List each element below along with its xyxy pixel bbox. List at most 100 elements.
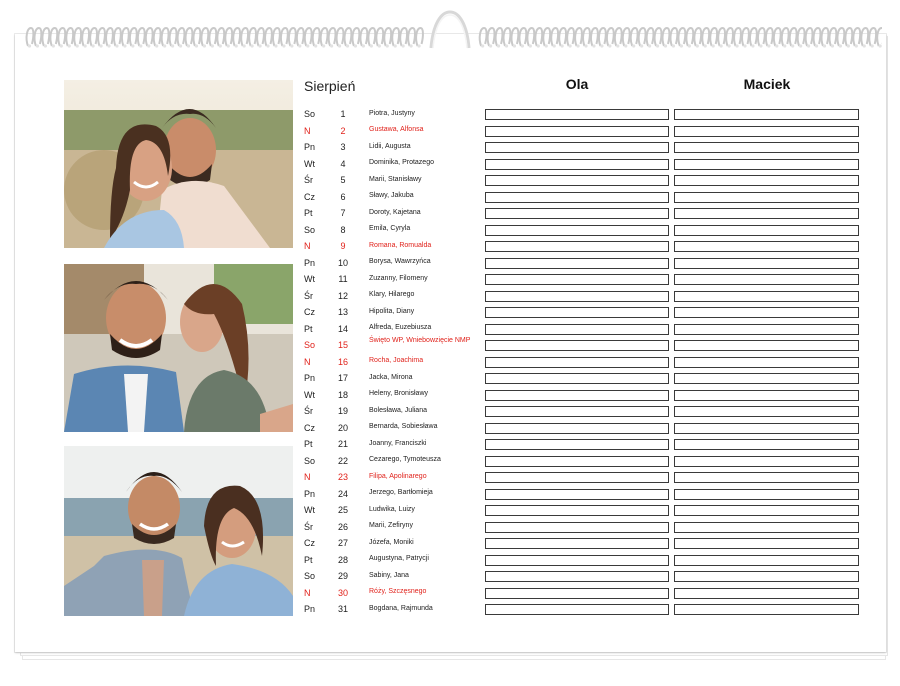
day-number: 18 [337, 389, 348, 400]
name-day-label: Joanny, Franciszki [369, 439, 427, 447]
day-row: Pt 7 Doroty, Kajetana [300, 205, 870, 222]
spiral-coil [81, 26, 91, 48]
weekday-label: Pt [304, 208, 313, 218]
entry-box-ola [485, 356, 669, 368]
spiral-coil [57, 26, 67, 48]
spiral-coil [73, 26, 83, 48]
spiral-coil [693, 26, 703, 48]
spiral-coil [120, 26, 130, 48]
day-row: Wt 18 Heleny, Bronisławy [300, 387, 870, 404]
weekday-label: Pn [304, 373, 316, 383]
day-row: Wt 25 Ludwika, Luizy [300, 502, 870, 519]
entry-box-maciek [674, 587, 859, 599]
spiral-coil [709, 26, 719, 48]
name-day-label: Filipa, Apolinarego [369, 472, 427, 480]
name-day-label: Gustawa, Alfonsa [369, 126, 424, 133]
entry-box-ola [485, 455, 669, 467]
entry-box-maciek [674, 422, 859, 434]
entry-box-ola [485, 290, 669, 302]
spiral-coil [621, 26, 631, 48]
name-day-label: Sabiny, Jana [369, 571, 409, 579]
name-day-label: Hipolita, Diany [369, 307, 415, 315]
entry-box-ola [485, 274, 669, 285]
day-number: 8 [340, 224, 346, 235]
day-row: Śr 26 Marii, Zefiryny [300, 519, 870, 536]
spiral-coil [399, 26, 409, 48]
spiral-coil [367, 26, 377, 48]
weekday-label: Wt [304, 505, 315, 515]
spiral-coil [41, 26, 51, 48]
name-day-label: Romana, Romualda [369, 241, 432, 249]
entry-box-maciek [674, 142, 859, 153]
weekday-label: Pn [304, 142, 316, 152]
spiral-coil [685, 26, 695, 48]
entry-box-ola [485, 587, 669, 599]
day-number: 5 [340, 175, 346, 185]
weekday-label: N [304, 241, 311, 251]
name-day-label: Marii, Stanisławy [369, 175, 422, 183]
entry-box-maciek [674, 488, 859, 500]
spiral-coil [287, 26, 297, 48]
name-day-label: Ludwika, Luizy [369, 505, 415, 513]
spiral-coil [868, 26, 878, 48]
day-row: So 15 Święto WP, Wniebowzięcie NMP [300, 337, 870, 354]
spiral-coil [725, 26, 734, 48]
spiral-coil [828, 26, 838, 48]
entry-box-ola [485, 406, 669, 417]
couple-photo-beach-selfie [64, 446, 293, 616]
weekday-label: Pt [304, 554, 313, 565]
weekday-label: Wt [304, 389, 315, 400]
spiral-coil [136, 26, 146, 48]
spiral-coil [184, 26, 194, 48]
spiral-coil [486, 26, 496, 48]
name-day-label: Borysa, Wawrzyńca [369, 258, 431, 265]
spiral-coil [876, 26, 882, 48]
spiral-coil [216, 26, 226, 48]
weekday-label: Śr [304, 406, 313, 416]
entry-box-maciek [674, 389, 859, 401]
spiral-coil [804, 26, 814, 48]
spiral-coil [200, 26, 210, 48]
spiral-coil [25, 26, 35, 48]
spiral-coil [574, 26, 583, 48]
weekday-label: Śr [304, 175, 313, 185]
entry-box-maciek [674, 290, 859, 302]
day-number: 7 [340, 208, 346, 218]
spiral-coil [613, 26, 623, 48]
entry-box-maciek [674, 538, 859, 549]
spiral-coil [510, 26, 520, 48]
spiral-coil [605, 26, 615, 48]
day-number: 24 [337, 488, 348, 499]
spiral-coil [542, 26, 552, 48]
name-day-label: Józefa, Moniki [369, 538, 414, 546]
spiral-coil [844, 26, 854, 48]
weekday-label: So [304, 224, 316, 235]
spiral-coil [534, 26, 544, 48]
name-day-label: Heleny, Bronisławy [369, 390, 429, 397]
spiral-coil [733, 26, 742, 48]
entry-box-ola [485, 175, 669, 186]
spiral-coil [582, 26, 591, 48]
spiral-coil [494, 26, 504, 48]
day-row: Wt 11 Zuzanny, Filomeny [300, 271, 870, 288]
spiral-coil [812, 26, 822, 48]
spiral-coil [780, 26, 790, 48]
month-title: Sierpień [304, 78, 356, 94]
entry-box-maciek [674, 274, 859, 285]
day-row: N 16 Rocha, Joachima [300, 354, 870, 371]
day-row: N 2 Gustawa, Alfonsa [300, 123, 870, 140]
day-number: 17 [337, 373, 348, 383]
spiral-coil [272, 26, 281, 48]
name-day-label: Marii, Zefiryny [369, 522, 413, 529]
spiral-coil [327, 26, 337, 48]
spiral-coil [152, 26, 162, 48]
column-header-ola: Ola [565, 76, 589, 92]
entry-box-maciek [674, 307, 859, 318]
weekday-label: N [304, 587, 311, 598]
day-row: Pn 3 Lidii, Augusta [300, 139, 870, 156]
day-row: So 29 Sabiny, Jana [300, 568, 870, 585]
entry-box-maciek [674, 505, 859, 516]
day-rows: So 1 Piotra, Justyny N 2 Gustawa, Alfonsa Pn 3 L… [300, 106, 870, 618]
spiral-coil [89, 26, 98, 48]
weekday-label: Wt [304, 274, 315, 284]
